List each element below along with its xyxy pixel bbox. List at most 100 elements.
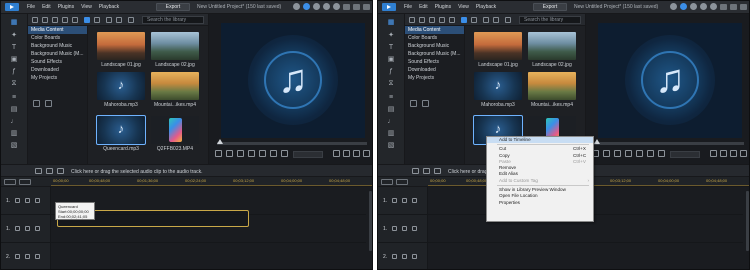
preview-scrubber[interactable] <box>217 139 367 145</box>
filter-audio-icon[interactable] <box>72 17 78 23</box>
audio-mixing-icon[interactable]: ≡ <box>8 93 20 102</box>
track-lane-video-2[interactable] <box>51 243 366 269</box>
display-icon[interactable] <box>720 150 727 157</box>
menu-icon[interactable] <box>128 17 134 23</box>
media-item[interactable]: Landscape 02.jpg <box>528 32 576 68</box>
plugin-icon[interactable] <box>42 17 48 23</box>
filter-video-icon[interactable] <box>52 17 58 23</box>
add-tag-icon[interactable] <box>33 100 40 107</box>
volume-icon[interactable] <box>658 150 665 157</box>
media-room-icon[interactable]: ▦ <box>385 18 397 27</box>
category-background-music[interactable]: Background Music <box>405 42 464 50</box>
microphone-icon[interactable]: ♩ <box>8 117 20 126</box>
timeline-ruler[interactable]: 00;00;00 00;00;48;00 00;01;36;00 00;02;2… <box>1 177 372 187</box>
menu-file[interactable]: File <box>404 4 412 10</box>
help-icon[interactable] <box>710 3 717 10</box>
track-manager-icon[interactable] <box>381 179 393 185</box>
lock-icon[interactable] <box>412 198 417 203</box>
lock-icon[interactable] <box>412 254 417 259</box>
settings-icon[interactable] <box>313 3 320 10</box>
filter-video-icon[interactable] <box>429 17 435 23</box>
cloud-icon[interactable] <box>303 3 310 10</box>
track-manager-icon[interactable] <box>4 179 16 185</box>
menu-view[interactable]: View <box>458 4 469 10</box>
sort-icon[interactable] <box>483 17 489 23</box>
menu-plugins[interactable]: Plugins <box>58 4 74 10</box>
subtitle-icon[interactable]: ▧ <box>8 141 20 150</box>
category-background-music[interactable]: Background Music <box>28 42 87 50</box>
visibility-icon[interactable] <box>25 226 30 231</box>
lock-icon[interactable] <box>412 226 417 231</box>
pip-room-icon[interactable]: ▣ <box>385 55 397 64</box>
visibility-icon[interactable] <box>25 198 30 203</box>
display-icon[interactable] <box>343 150 350 157</box>
timeline-view-icon[interactable] <box>423 168 430 174</box>
list-view-icon[interactable] <box>471 17 477 23</box>
menu-file[interactable]: File <box>27 4 35 10</box>
audio-track-icon[interactable] <box>15 226 20 231</box>
category-color-boards[interactable]: Color Boards <box>405 34 464 42</box>
fast-forward-icon[interactable] <box>259 150 266 157</box>
media-item[interactable]: Landscape 01.jpg <box>474 32 522 68</box>
category-background-music-m[interactable]: Background Music (M... <box>405 50 464 58</box>
help-icon[interactable] <box>333 3 340 10</box>
search-input[interactable]: Search the library <box>142 16 204 24</box>
menu-playback[interactable]: Playback <box>476 4 496 10</box>
filter-image-icon[interactable] <box>62 17 68 23</box>
chapter-icon[interactable]: ▥ <box>8 129 20 138</box>
scrubber-handle[interactable] <box>594 139 600 144</box>
export-button[interactable]: Export <box>533 3 567 11</box>
timeline-scrollbar[interactable] <box>746 191 749 251</box>
minimize-icon[interactable] <box>343 3 350 10</box>
category-media-content[interactable]: Media Content <box>28 26 87 34</box>
menu-edit[interactable]: Edit <box>419 4 428 10</box>
media-item[interactable]: Landscape 02.jpg <box>151 32 199 68</box>
filter-audio-icon[interactable] <box>449 17 455 23</box>
preview-scrubber[interactable] <box>594 139 744 145</box>
video-track-icon[interactable] <box>15 254 20 259</box>
notification-icon[interactable] <box>323 3 330 10</box>
media-item[interactable]: Landscape 01.jpg <box>97 32 145 68</box>
category-my-projects[interactable]: My Projects <box>405 74 464 82</box>
explorer-view-icon[interactable] <box>116 17 122 23</box>
audio-track-icon[interactable] <box>392 226 397 231</box>
delete-tag-icon[interactable] <box>45 100 52 107</box>
prev-frame-icon[interactable] <box>237 150 244 157</box>
media-item[interactable]: Mahoroba.mp3 <box>97 72 145 108</box>
maximize-icon[interactable] <box>730 3 737 10</box>
stop-icon[interactable] <box>603 150 610 157</box>
category-my-projects[interactable]: My Projects <box>28 74 87 82</box>
category-sound-effects[interactable]: Sound Effects <box>28 58 87 66</box>
effect-room-icon[interactable]: ✦ <box>385 31 397 40</box>
media-item-selected[interactable]: Queencard.mp3 <box>96 115 146 152</box>
filter-image-icon[interactable] <box>439 17 445 23</box>
notification-icon[interactable] <box>700 3 707 10</box>
account-icon[interactable] <box>293 3 300 10</box>
next-frame-icon[interactable] <box>248 150 255 157</box>
cloud-icon[interactable] <box>680 3 687 10</box>
close-icon[interactable] <box>363 3 370 10</box>
pip-room-icon[interactable]: ▣ <box>8 55 20 64</box>
audio-mixing-icon[interactable]: ≡ <box>385 93 397 102</box>
list-view-icon[interactable] <box>94 17 100 23</box>
timeline-scrollbar[interactable] <box>369 191 372 251</box>
context-properties[interactable]: Properties <box>487 200 593 206</box>
tools-icon[interactable] <box>434 168 441 174</box>
voiceover-icon[interactable]: ▤ <box>8 105 20 114</box>
zoom-icon[interactable] <box>396 179 408 185</box>
fx-room-icon[interactable]: ƒ <box>8 67 20 76</box>
add-tag-icon[interactable] <box>410 100 417 107</box>
quality-icon[interactable] <box>710 150 717 157</box>
account-icon[interactable] <box>670 3 677 10</box>
undock-icon[interactable] <box>730 150 737 157</box>
lock-icon[interactable] <box>35 254 40 259</box>
export-button[interactable]: Export <box>156 3 190 11</box>
transition-room-icon[interactable]: ⧖ <box>385 79 397 88</box>
media-item[interactable]: Mountai...ikes.mp4 <box>151 72 199 108</box>
menu-plugins[interactable]: Plugins <box>435 4 451 10</box>
plugin-icon[interactable] <box>419 17 425 23</box>
play-icon[interactable] <box>215 150 222 157</box>
tools-icon[interactable] <box>57 168 64 174</box>
lock-icon[interactable] <box>35 226 40 231</box>
fast-forward-icon[interactable] <box>636 150 643 157</box>
